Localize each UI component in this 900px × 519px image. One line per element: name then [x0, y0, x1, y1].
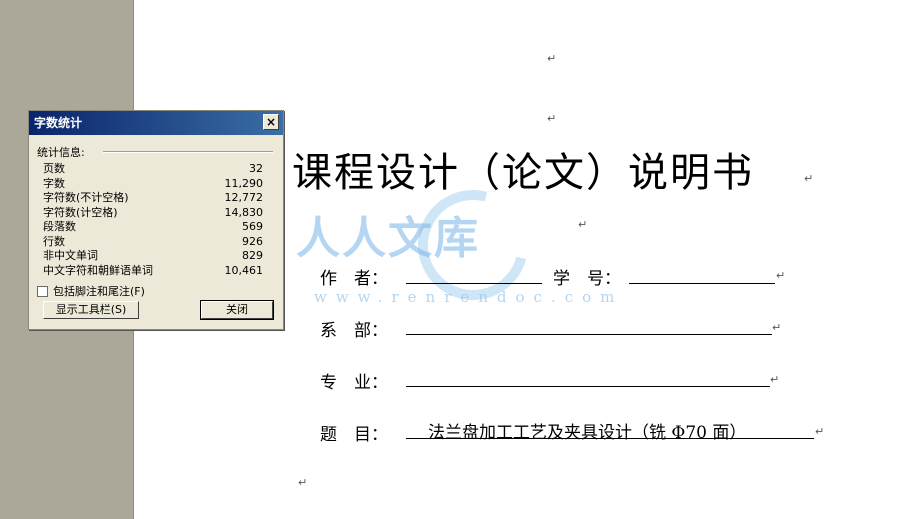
stat-row: 页数 32	[43, 162, 263, 177]
stat-label: 字数	[43, 176, 65, 190]
topic-label: 题 目：	[320, 425, 388, 445]
paragraph-mark: ↵	[772, 321, 782, 334]
stat-row: 字符数(计空格) 14,830	[43, 206, 263, 221]
author-field[interactable]	[406, 283, 542, 284]
stats-group-label: 统计信息:	[37, 146, 85, 159]
department-field[interactable]	[406, 334, 772, 335]
dialog-title-bar[interactable]: 字数统计 ×	[29, 111, 283, 135]
author-row: 作 者：	[320, 264, 388, 289]
stat-label: 段落数	[43, 220, 76, 233]
stat-label: 中文字符和朝鲜语单词	[43, 263, 153, 277]
watermark: 人人文库 www.renrendoc.com	[296, 169, 614, 321]
show-toolbar-button[interactable]: 显示工具栏(S)	[43, 301, 139, 319]
stat-value: 12,772	[224, 191, 264, 204]
paragraph-mark: ↵	[815, 425, 825, 438]
department-row: 系 部：	[320, 316, 388, 341]
topic-row: 题 目：	[320, 420, 388, 445]
stat-value: 10,461	[224, 263, 264, 277]
paragraph-mark: ↵	[547, 112, 557, 125]
paragraph-mark: ↵	[547, 52, 557, 65]
topic-underline	[406, 438, 814, 439]
stat-label: 行数	[43, 234, 65, 248]
stat-row: 中文字符和朝鲜语单词 10,461	[43, 264, 263, 279]
student-id-row: 学 号：	[553, 264, 621, 289]
watermark-text: 人人文库	[296, 213, 480, 264]
student-id-label: 学 号：	[553, 269, 621, 289]
stat-row: 行数 926	[43, 235, 263, 250]
include-footnotes-option[interactable]: 包括脚注和尾注(F)	[37, 283, 145, 299]
major-label: 专 业：	[320, 373, 388, 393]
stat-row: 非中文单词 829	[43, 249, 263, 264]
stat-label: 页数	[43, 162, 65, 175]
document-title: 课程设计（论文）说明书	[292, 150, 754, 196]
stat-value: 829	[242, 249, 263, 262]
word-count-dialog: 字数统计 × 统计信息: 页数 32 字数 11,290 字符数(不计空格) 12,7…	[28, 110, 284, 330]
student-id-field[interactable]	[629, 283, 775, 284]
include-footnotes-checkbox[interactable]	[37, 285, 48, 297]
stat-label: 字符数(计空格)	[43, 205, 118, 219]
stat-value: 14,830	[224, 205, 264, 219]
close-icon[interactable]: ×	[263, 114, 279, 130]
stat-value: 569	[242, 220, 263, 233]
close-button[interactable]: 关闭	[200, 300, 274, 320]
group-divider	[103, 151, 273, 153]
stat-label: 非中文单词	[43, 249, 98, 262]
stat-label: 字符数(不计空格)	[43, 191, 129, 204]
paragraph-mark: ↵	[770, 373, 780, 386]
stat-value: 11,290	[224, 176, 264, 190]
paragraph-mark: ↵	[804, 172, 814, 185]
dialog-title: 字数统计	[34, 116, 83, 130]
author-label: 作 者：	[320, 269, 388, 289]
major-field[interactable]	[406, 386, 770, 387]
include-footnotes-label: 包括脚注和尾注(F)	[53, 285, 145, 298]
paragraph-mark: ↵	[776, 269, 786, 282]
topic-value[interactable]: 法兰盘加工工艺及夹具设计（铣 Φ70 面）	[428, 418, 746, 443]
stat-row: 字符数(不计空格) 12,772	[43, 191, 263, 206]
department-label: 系 部：	[320, 321, 388, 341]
stat-row: 段落数 569	[43, 220, 263, 235]
watermark-url: www.renrendoc.com	[314, 288, 624, 306]
major-row: 专 业：	[320, 368, 388, 393]
stat-value: 32	[249, 162, 263, 175]
stats-list: 页数 32 字数 11,290 字符数(不计空格) 12,772 字符数(计空格) 14…	[43, 162, 263, 278]
stat-value: 926	[242, 234, 263, 248]
stat-row: 字数 11,290	[43, 177, 263, 192]
paragraph-mark: ↵	[298, 476, 308, 489]
